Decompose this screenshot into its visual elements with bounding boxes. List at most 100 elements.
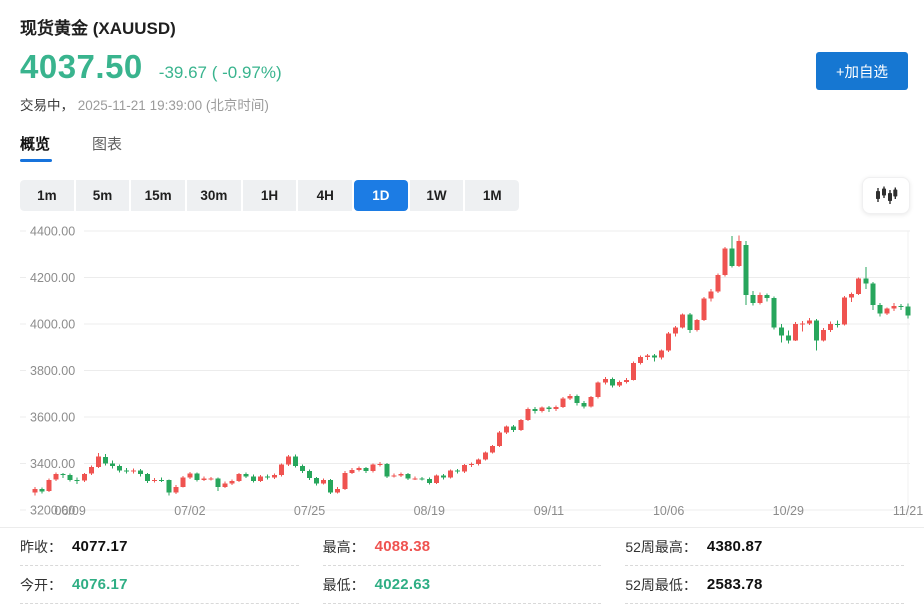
candle-body — [884, 308, 889, 313]
timeframe-bar: 1m5m15m30m1H4H1D1W1M — [20, 180, 519, 211]
candle-body — [532, 409, 537, 411]
candle-body — [131, 470, 136, 471]
candle-body — [61, 474, 66, 475]
stat-value: 4077.17 — [72, 538, 128, 555]
stat-value: 4076.17 — [72, 576, 128, 593]
candle-body — [525, 409, 530, 420]
chart-type-button[interactable] — [862, 177, 910, 214]
candle-body — [335, 489, 340, 492]
candle-body — [793, 324, 798, 340]
candle-body — [420, 478, 425, 479]
stat-row-4: 最低：4022.63 — [323, 566, 602, 604]
stat-value: 4088.38 — [375, 538, 431, 555]
candle-body — [539, 408, 544, 411]
candlestick-chart-icon — [874, 185, 898, 207]
candle-body — [786, 336, 791, 341]
candle-body — [152, 480, 157, 481]
candle-body — [434, 476, 439, 483]
y-axis-tick: 3600.00 — [30, 411, 75, 425]
candle-body — [33, 489, 38, 492]
candle-body — [758, 295, 763, 303]
candle-body — [589, 397, 594, 406]
candle-body — [251, 476, 256, 481]
timeframe-button-1m[interactable]: 1m — [20, 180, 74, 211]
timeframe-button-1m[interactable]: 1M — [465, 180, 519, 211]
candle-body — [898, 306, 903, 307]
candle-body — [680, 315, 685, 328]
page-title: 现货黄金 (XAUUSD) — [20, 14, 176, 39]
timeframe-button-1d[interactable]: 1D — [354, 180, 408, 211]
candle-body — [385, 464, 390, 476]
timeframe-button-30m[interactable]: 30m — [187, 180, 241, 211]
candle-body — [807, 321, 812, 324]
candle-body — [553, 407, 558, 409]
stat-label: 最高： — [323, 537, 365, 557]
stat-value: 4022.63 — [375, 576, 431, 593]
candle-body — [624, 380, 629, 382]
stat-label: 昨收： — [20, 537, 62, 557]
timeframe-button-4h[interactable]: 4H — [298, 180, 352, 211]
candle-body — [694, 320, 699, 330]
x-axis-tick: 11/21 — [893, 504, 923, 518]
candle-body — [631, 363, 636, 380]
add-watchlist-button[interactable]: +加自选 — [816, 52, 908, 90]
candle-body — [145, 474, 150, 481]
candle-body — [476, 460, 481, 465]
candle-body — [708, 291, 713, 298]
candle-body — [173, 487, 178, 493]
stat-row-5: 52周最低：2583.78 — [625, 566, 904, 604]
y-axis-tick: 4000.00 — [30, 318, 75, 332]
price-chart[interactable]: 4400.004200.004000.003800.003600.003400.… — [0, 225, 924, 525]
stat-value: 4380.87 — [707, 538, 763, 555]
x-axis-tick: 08/19 — [414, 504, 445, 518]
candle-body — [314, 478, 319, 483]
timeframe-button-1w[interactable]: 1W — [410, 180, 464, 211]
tab-chart[interactable]: 图表 — [92, 133, 122, 162]
candle-body — [568, 396, 573, 398]
candle-body — [82, 474, 87, 481]
candle-body — [448, 470, 453, 477]
candle-body — [645, 355, 650, 357]
x-axis-tick: 10/29 — [773, 504, 804, 518]
candle-body — [462, 465, 467, 472]
candle-body — [413, 478, 418, 479]
quote-page: 现货黄金 (XAUUSD) +加自选 4037.50 -39.67 ( -0.9… — [0, 0, 924, 608]
candle-body — [856, 279, 861, 294]
candle-body — [180, 477, 185, 486]
price-change: -39.67 ( -0.97%) — [159, 63, 282, 83]
candle-body — [300, 466, 305, 471]
candle-body — [244, 474, 249, 476]
candle-body — [842, 297, 847, 324]
candle-body — [546, 408, 551, 409]
candle-body — [737, 241, 742, 266]
candle-body — [722, 248, 727, 275]
candle-body — [575, 396, 580, 403]
candle-body — [582, 403, 587, 406]
candle-body — [103, 457, 108, 464]
view-tabs: 概览 图表 — [20, 133, 122, 162]
candle-body — [561, 398, 566, 407]
y-axis-tick: 3400.00 — [30, 457, 75, 471]
candle-body — [124, 470, 129, 471]
candle-body — [729, 248, 734, 265]
candle-body — [406, 474, 411, 479]
candle-body — [427, 479, 432, 483]
candle-body — [89, 467, 94, 474]
candle-body — [279, 465, 284, 475]
candle-body — [209, 479, 214, 480]
candle-body — [603, 379, 608, 382]
timeframe-button-5m[interactable]: 5m — [76, 180, 130, 211]
candlestick-svg: 4400.004200.004000.003800.003600.003400.… — [0, 225, 924, 525]
timeframe-button-1h[interactable]: 1H — [243, 180, 297, 211]
candle-body — [638, 357, 643, 363]
candle-body — [392, 476, 397, 477]
tab-overview[interactable]: 概览 — [20, 133, 50, 162]
timeframe-button-15m[interactable]: 15m — [131, 180, 185, 211]
candle-body — [166, 480, 171, 492]
trading-status: 交易中， — [20, 98, 74, 113]
candle-body — [687, 315, 692, 330]
candle-body — [96, 457, 101, 467]
candle-body — [349, 470, 354, 473]
candle-body — [194, 473, 199, 479]
x-axis-tick: 09/11 — [534, 504, 564, 518]
